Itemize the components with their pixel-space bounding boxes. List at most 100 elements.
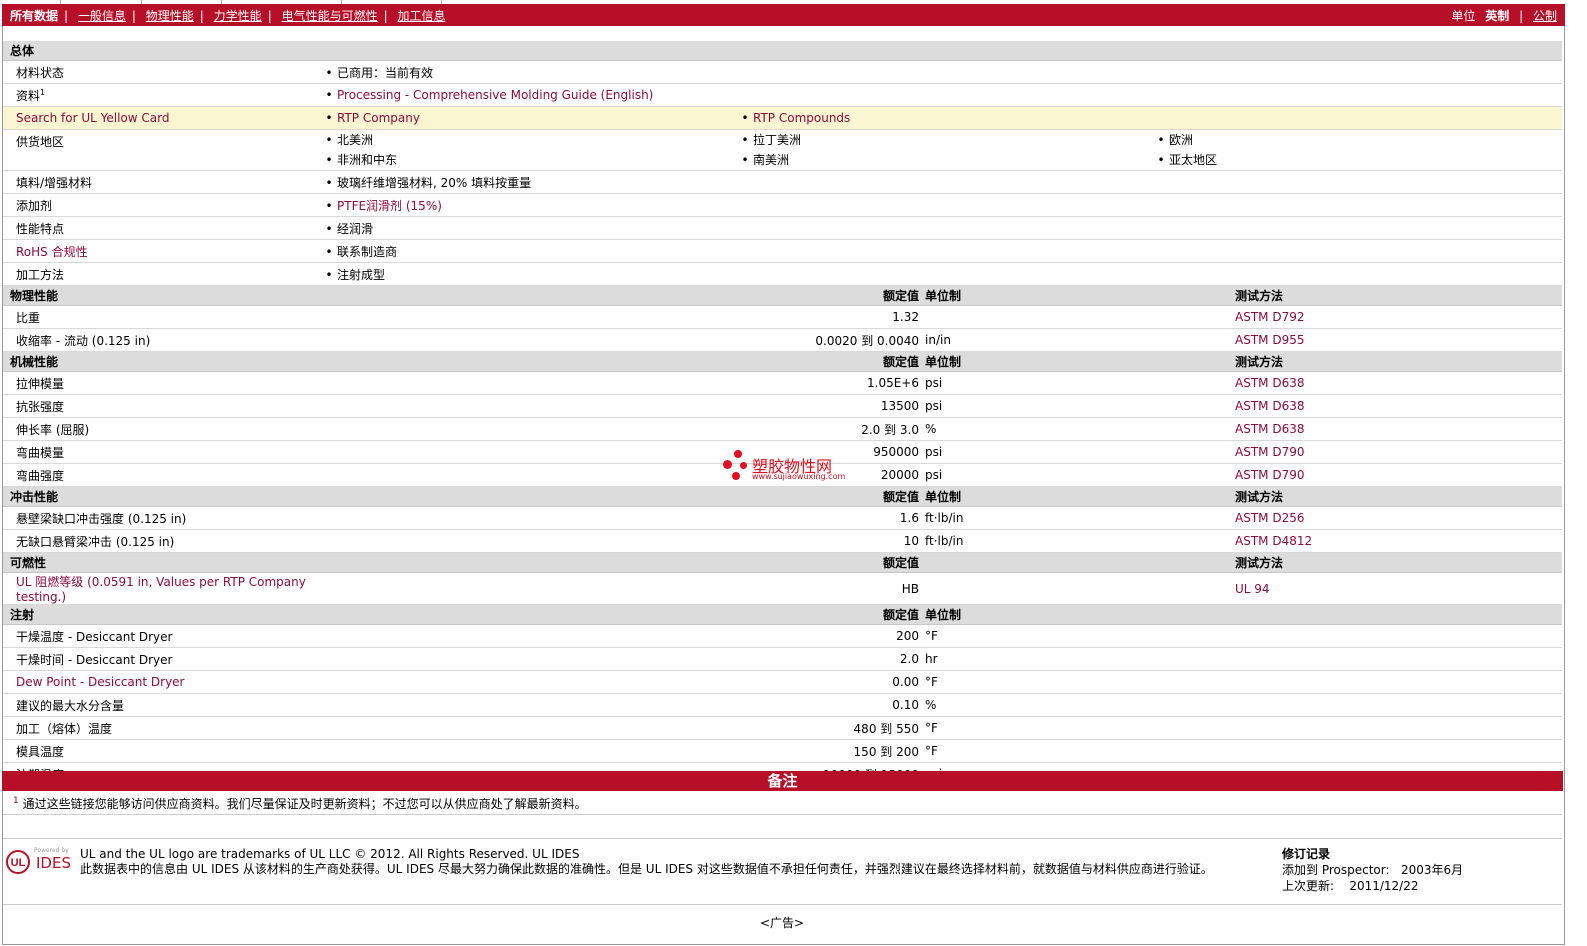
region-item: 欧洲: [1169, 133, 1194, 147]
table-row: 伸长率 (屈服) 2.0 到 3.0 % ASTM D638: [3, 417, 1562, 441]
row-label: 加工（熔体）温度: [3, 716, 321, 740]
row-label: 弯曲模量: [3, 440, 321, 464]
unit-switcher: 单位 英制 | 公制: [1451, 9, 1557, 23]
nominal-header: 额定值: [321, 486, 925, 507]
ul-flammability-link[interactable]: UL 阻燃等级 (0.0591 in, Values per RTP Compa…: [3, 572, 321, 605]
section-title: 机械性能: [3, 351, 321, 372]
ul-yellow-card-link[interactable]: Search for UL Yellow Card: [3, 106, 321, 130]
method-header: 测试方法: [1235, 285, 1562, 306]
unit-imperial: 英制: [1485, 9, 1510, 23]
tab-all-data[interactable]: 所有数据: [10, 7, 58, 24]
footer-disclaimer: UL and the UL logo are trademarks of UL …: [80, 847, 1260, 877]
row-value: 10: [321, 529, 925, 553]
nav-tabs: 所有数据 | 一般信息 | 物理性能 | 力学性能 | 电气性能与可燃性 | 加工信息: [10, 7, 446, 24]
row-value: 1.05E+6: [321, 371, 925, 395]
row-unit: ft·lb/in: [925, 529, 1235, 553]
row-value: 1.6: [321, 506, 925, 530]
table-row: Dew Point - Desiccant Dryer 0.00 °F: [3, 670, 1562, 694]
test-method-link[interactable]: ASTM D638: [1235, 394, 1562, 418]
footnote-text: 通过这些链接您能够访问供应商资料。我们尽量保证及时更新资料；不过您可以从供应商处…: [22, 797, 587, 811]
table-row: UL 阻燃等级 (0.0591 in, Values per RTP Compa…: [3, 572, 1562, 605]
divider: [3, 904, 1562, 905]
rtp-compounds-link[interactable]: RTP Compounds: [753, 111, 850, 125]
row-label: 抗张强度: [3, 394, 321, 418]
logo-text: IDES: [36, 854, 71, 872]
test-method-link[interactable]: ASTM D4812: [1235, 529, 1562, 553]
row-label: 填料/增强材料: [3, 170, 321, 194]
tab-general-info[interactable]: 一般信息: [78, 7, 126, 24]
test-method-link[interactable]: ASTM D955: [1235, 328, 1562, 352]
section-mechanical-header: 机械性能 额定值 单位制 测试方法: [3, 351, 1562, 372]
section-physical-header: 物理性能 额定值 单位制 测试方法: [3, 285, 1562, 306]
test-method-link[interactable]: ASTM D638: [1235, 371, 1562, 395]
row-unit: °F: [925, 739, 1235, 763]
unit-metric-link[interactable]: 公制: [1533, 9, 1557, 23]
test-method-link[interactable]: ASTM D638: [1235, 417, 1562, 441]
tab-electrical-flammability[interactable]: 电气性能与可燃性: [282, 7, 378, 24]
unit-header: 单位制: [925, 285, 1235, 306]
row-value: 2.0 到 3.0: [321, 417, 925, 441]
nominal-header: 额定值: [321, 604, 925, 625]
test-method-link[interactable]: ASTM D790: [1235, 440, 1562, 464]
row-unit: [925, 572, 1235, 605]
row-label: 资料1: [3, 83, 321, 107]
ptfe-link[interactable]: PTFE润滑剂 (15%): [337, 199, 442, 213]
row-unit: °F: [925, 716, 1235, 740]
rohs-link[interactable]: RoHS 合规性: [3, 239, 321, 263]
ad-label: <广告>: [760, 916, 805, 930]
table-row: 建议的最大水分含量 0.10 %: [3, 693, 1562, 717]
row-value: 13500: [321, 394, 925, 418]
svg-text:UL: UL: [11, 857, 26, 869]
section-flammability-header: 可燃性 额定值 测试方法: [3, 552, 1562, 573]
disclaimer-line: 此数据表中的信息由 UL IDES 从该材料的生产商处获得。UL IDES 尽最…: [80, 862, 1213, 876]
row-rohs: RoHS 合规性 • 联系制造商: [3, 239, 1562, 263]
nominal-header: 额定值: [321, 285, 925, 306]
dew-point-link[interactable]: Dew Point - Desiccant Dryer: [3, 670, 321, 694]
row-unit: °F: [925, 624, 1235, 648]
region-item: 拉丁美洲: [753, 133, 802, 147]
section-title: 冲击性能: [3, 486, 321, 507]
tab-mechanical[interactable]: 力学性能: [214, 7, 262, 24]
row-value: 经润滑: [337, 221, 374, 236]
row-label: 加工方法: [3, 262, 321, 286]
revision-title: 修订记录: [1282, 847, 1331, 861]
row-label: 弯曲强度: [3, 463, 321, 487]
row-label: 悬壁梁缺口冲击强度 (0.125 in): [3, 506, 321, 530]
row-label: 材料状态: [3, 60, 321, 84]
row-label: 模具温度: [3, 739, 321, 763]
tab-physical[interactable]: 物理性能: [146, 7, 194, 24]
updated-date: 2011/12/22: [1349, 879, 1419, 893]
row-label: 收缩率 - 流动 (0.125 in): [3, 328, 321, 352]
tab-processing[interactable]: 加工信息: [397, 7, 445, 24]
added-label: 添加到 Prospector:: [1282, 863, 1390, 877]
test-method-link[interactable]: UL 94: [1235, 572, 1562, 605]
row-unit: psi: [925, 463, 1235, 487]
row-value: 480 到 550: [321, 716, 925, 740]
row-features: 性能特点 • 经润滑: [3, 216, 1562, 240]
row-unit: psi: [925, 440, 1235, 464]
method-header: 测试方法: [1235, 486, 1562, 507]
rtp-company-link[interactable]: RTP Company: [337, 111, 420, 125]
unit-header: 单位制: [925, 351, 1235, 372]
section-title: 注射: [3, 604, 321, 625]
row-label: 供货地区: [3, 129, 321, 171]
row-label: 无缺口悬臂梁冲击 (0.125 in): [3, 529, 321, 553]
row-value: 0.00: [321, 670, 925, 694]
method-header: 测试方法: [1235, 552, 1562, 573]
section-title: 可燃性: [3, 552, 321, 573]
added-date: 2003年6月: [1400, 863, 1464, 877]
row-unit: psi: [925, 371, 1235, 395]
table-row: 加工（熔体）温度 480 到 550 °F: [3, 716, 1562, 740]
region-item: 南美洲: [753, 153, 790, 167]
molding-guide-link[interactable]: Processing - Comprehensive Molding Guide…: [337, 88, 653, 102]
row-ul-yellow-card: Search for UL Yellow Card • RTP Company • R…: [3, 106, 1562, 130]
section-injection-header: 注射 额定值 单位制: [3, 604, 1562, 625]
test-method-link[interactable]: ASTM D790: [1235, 463, 1562, 487]
row-value: 已商用：当前有效: [337, 65, 434, 80]
logo-small-text: Powered by: [34, 847, 69, 854]
copyright-line: UL and the UL logo are trademarks of UL …: [80, 847, 580, 861]
row-material-status: 材料状态 • 已商用：当前有效: [3, 60, 1562, 84]
table-row: 拉伸模量 1.05E+6 psi ASTM D638: [3, 371, 1562, 395]
test-method-link[interactable]: ASTM D256: [1235, 506, 1562, 530]
test-method-link[interactable]: ASTM D792: [1235, 305, 1562, 329]
